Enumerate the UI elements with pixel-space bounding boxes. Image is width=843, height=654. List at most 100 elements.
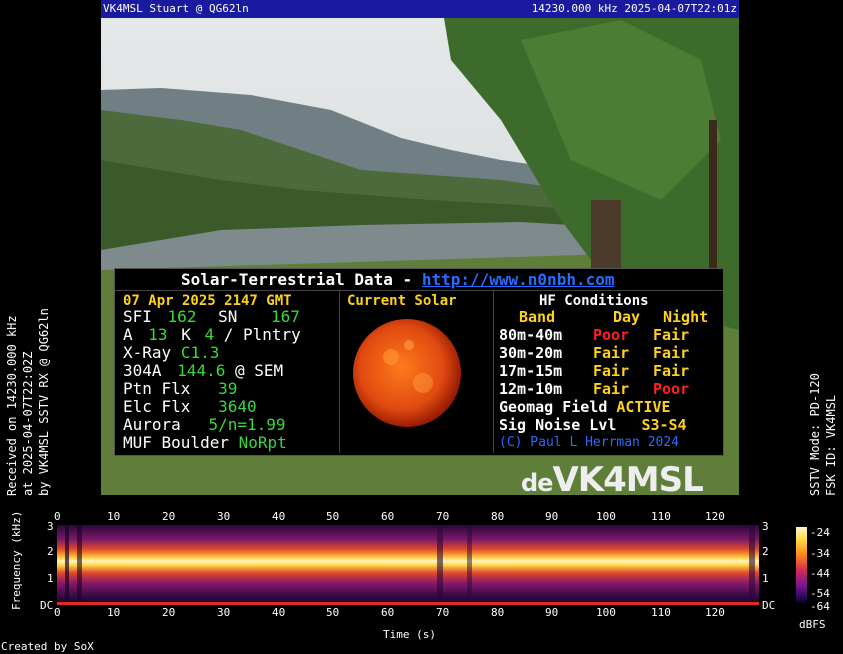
hf-band: 12m-10m: [499, 380, 563, 398]
hf-band: 80m-40m: [499, 326, 563, 344]
current-solar-title: Current Solar: [347, 293, 457, 309]
hf-header-day: Day: [613, 308, 641, 326]
panel-title-text: Solar-Terrestrial Data -: [181, 270, 422, 289]
x-tick: 40: [272, 510, 286, 523]
header-callsign: VK4MSL Stuart @ QG62ln: [103, 2, 249, 15]
brand-call: VK4MSL: [552, 460, 703, 495]
spectrogram-xlabel: Time (s): [383, 628, 436, 641]
sfi-row: SFI 162 SN 167: [123, 308, 300, 326]
x-tick: 120: [705, 510, 725, 523]
x-tick: 110: [651, 510, 671, 523]
ptn-label: Ptn Flx: [123, 379, 191, 398]
receive-caption-line2: at 2025-04-07T22:02Z: [21, 351, 35, 497]
header-frequency-time: 14230.000 kHz 2025-04-07T22:01z: [531, 2, 737, 15]
sstv-image: VK4MSL Stuart @ QG62ln 14230.000 kHz 202…: [101, 0, 739, 495]
hf-night: Fair: [653, 326, 690, 344]
noise-value: S3-S4: [641, 416, 687, 434]
x-tick: 10: [107, 606, 121, 619]
x-tick: 100: [596, 510, 616, 523]
sun-image-icon: [353, 319, 461, 427]
spectrogram-image: [57, 525, 759, 605]
ptn-value: 39: [218, 379, 238, 398]
colorbar-ticks: -24 -34 -44 -54 -64: [810, 522, 843, 613]
elc-label: Elc Flx: [123, 397, 191, 416]
ak-row: A 13 K 4 / Plntry: [123, 326, 301, 344]
x-tick: 110: [651, 606, 671, 619]
y-tick: 1: [762, 572, 769, 585]
cbar-tick: -54: [810, 587, 830, 600]
y-tick: 2: [762, 545, 769, 558]
a304-value: 144.6: [177, 361, 226, 380]
spectrogram-left-yticks: 3 2 1: [45, 520, 57, 610]
x-tick: 90: [545, 510, 559, 523]
x-tick: 40: [272, 606, 286, 619]
aurora-label: Aurora: [123, 415, 181, 434]
x-tick: 60: [381, 510, 395, 523]
colorbar-label: dBFS: [799, 618, 826, 631]
x-tick: 20: [162, 606, 176, 619]
xray-row: X-Ray C1.3: [123, 344, 219, 362]
x-tick: 0: [54, 606, 61, 619]
panel-divider: [339, 291, 340, 453]
hf-night: Poor: [653, 380, 690, 398]
aurora-row: Aurora 5/n=1.99: [123, 416, 286, 434]
muf-value: NoRpt: [238, 433, 287, 452]
y-tick: 1: [47, 572, 54, 585]
x-tick: 120: [705, 606, 725, 619]
k-suffix: / Plntry: [223, 325, 301, 344]
x-tick: 30: [217, 606, 231, 619]
hf-row: 17m-15m Fair Fair: [499, 362, 689, 380]
hf-row: 12m-10m Fair Poor: [499, 380, 689, 398]
elc-row: Elc Flx 3640: [123, 398, 257, 416]
sox-credit: Created by SoX: [1, 640, 94, 653]
receive-caption-line1: Received on 14230.000 kHz: [5, 315, 19, 496]
x-tick: 60: [381, 606, 395, 619]
muf-label: MUF Boulder: [123, 433, 229, 452]
hf-day: Poor: [593, 326, 630, 344]
muf-row: MUF Boulder NoRpt: [123, 434, 287, 452]
hf-header-night: Night: [663, 308, 709, 326]
panel-url-link[interactable]: http://www.n0nbh.com: [422, 270, 615, 289]
spectrogram-bottom-xticks: 0 10 20 30 40 50 60 70 80 90 100 110 120: [0, 606, 843, 620]
x-tick: 100: [596, 606, 616, 619]
hf-row: 30m-20m Fair Fair: [499, 344, 689, 362]
x-tick: 30: [217, 510, 231, 523]
x-tick: 80: [491, 510, 505, 523]
sn-label: SN: [218, 307, 238, 326]
hf-header-band: Band: [519, 308, 556, 326]
x-tick: 10: [107, 510, 121, 523]
a-label: A: [123, 325, 133, 344]
a304-label: 304A: [123, 361, 162, 380]
spectrogram-ylabel: Frequency (kHz): [10, 510, 23, 610]
a304-row: 304A 144.6 @ SEM: [123, 362, 283, 380]
spectrogram-top-xticks: 0 10 20 30 40 50 60 70 80 90 100 110 120: [0, 510, 843, 524]
sstv-mode-caption: SSTV Mode: PD-120: [808, 373, 822, 496]
y-tick: 2: [47, 545, 54, 558]
dbfs-colorbar: [796, 527, 807, 605]
cbar-tick: -64: [810, 600, 830, 613]
x-tick: 80: [491, 606, 505, 619]
k-label: K: [181, 325, 191, 344]
hf-night: Fair: [653, 362, 690, 380]
x-tick: 50: [326, 606, 340, 619]
solar-terrestrial-panel: Solar-Terrestrial Data - http://www.n0nb…: [114, 268, 724, 456]
x-tick: 50: [326, 510, 340, 523]
hf-day: Fair: [593, 362, 630, 380]
aurora-value: 5/n=1.99: [208, 415, 286, 434]
geomag-value: ACTIVE: [616, 398, 671, 416]
noise-row: Sig Noise Lvl S3-S4: [499, 416, 687, 434]
x-tick: 20: [162, 510, 176, 523]
x-tick: 70: [436, 606, 450, 619]
hf-band: 30m-20m: [499, 344, 563, 362]
sfi-label: SFI: [123, 307, 152, 326]
y-tick: 3: [762, 520, 769, 533]
hf-day: Fair: [593, 380, 630, 398]
hf-header-row: Band Day Night: [519, 308, 708, 326]
ptn-row: Ptn Flx 39: [123, 380, 237, 398]
hf-day: Fair: [593, 344, 630, 362]
noise-label: Sig Noise Lvl: [499, 416, 617, 434]
cbar-tick: -24: [810, 526, 830, 539]
receive-caption-line3: by VK4MSL SSTV RX @ QG62ln: [37, 308, 51, 496]
xray-value: C1.3: [180, 343, 220, 362]
elc-value: 3640: [218, 397, 257, 416]
